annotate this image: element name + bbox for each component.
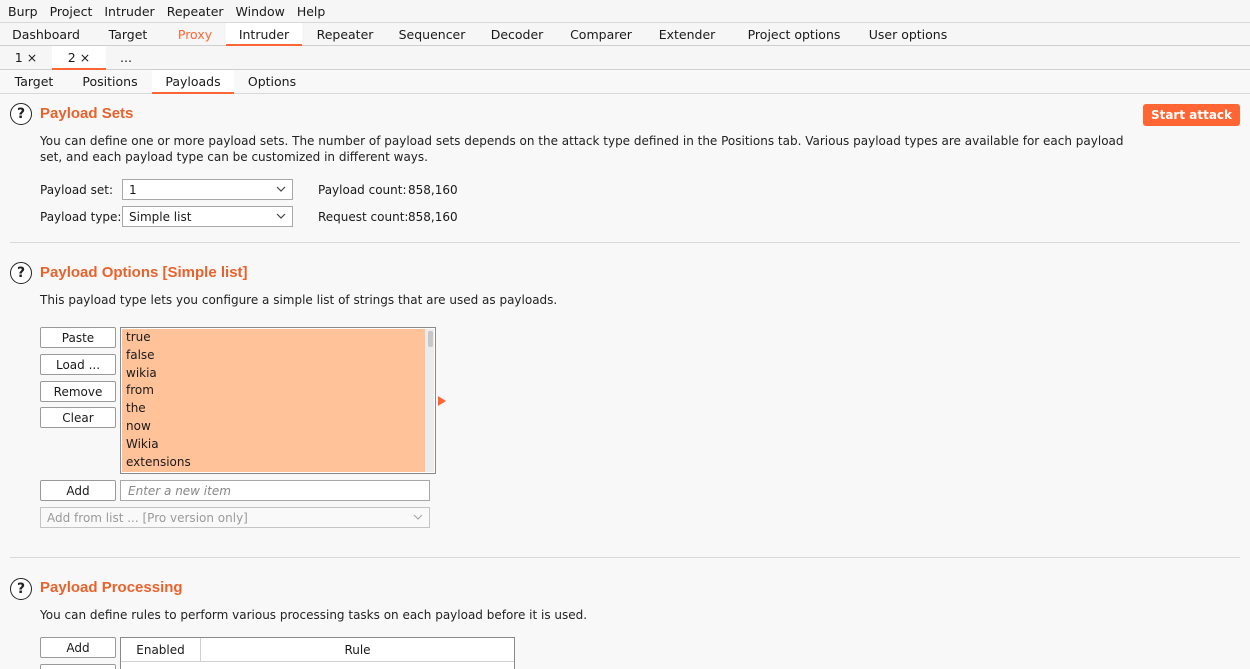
- menu-project[interactable]: Project: [44, 0, 99, 23]
- list-item[interactable]: true: [122, 329, 426, 347]
- paste-button[interactable]: Paste: [40, 327, 116, 348]
- list-item[interactable]: from: [122, 382, 426, 400]
- start-attack-button[interactable]: Start attack: [1143, 104, 1240, 126]
- tab-decoder[interactable]: Decoder: [476, 23, 558, 45]
- payload-options-title: Payload Options [Simple list]: [40, 264, 248, 281]
- column-enabled[interactable]: Enabled: [121, 638, 201, 661]
- list-scrollbar[interactable]: [425, 329, 434, 472]
- section-divider: [10, 557, 1240, 558]
- payload-processing-description: You can define rules to perform various …: [40, 608, 588, 622]
- list-item[interactable]: false: [122, 347, 426, 365]
- menu-help[interactable]: Help: [291, 0, 332, 23]
- list-item[interactable]: extensions: [122, 454, 426, 472]
- help-icon[interactable]: ?: [10, 578, 32, 600]
- tab-user-options[interactable]: User options: [858, 23, 958, 45]
- payload-type-select[interactable]: Simple list: [122, 206, 293, 227]
- page-tab-options[interactable]: Options: [234, 70, 310, 93]
- new-item-input[interactable]: Enter a new item: [120, 480, 430, 501]
- list-item[interactable]: the: [122, 400, 426, 418]
- attack-tab-bar: 1 × 2 × ...: [0, 46, 1250, 70]
- add-from-list-value: Add from list ... [Pro version only]: [47, 510, 248, 525]
- expand-arrow-icon[interactable]: [438, 396, 446, 406]
- remove-button[interactable]: Remove: [40, 381, 116, 402]
- chevron-down-icon: [276, 186, 286, 192]
- tab-proxy[interactable]: Proxy: [164, 23, 226, 45]
- attack-tab-1[interactable]: 1 ×: [0, 46, 52, 69]
- request-count-label: Request count:: [318, 210, 409, 224]
- payload-set-label: Payload set:: [40, 183, 113, 197]
- tab-extender[interactable]: Extender: [644, 23, 730, 45]
- attack-tab-2[interactable]: 2 ×: [52, 46, 106, 70]
- list-item[interactable]: wikia: [122, 365, 426, 383]
- payload-set-value: 1: [129, 182, 137, 197]
- column-rule[interactable]: Rule: [201, 638, 514, 661]
- payload-list-items: true false wikia from the now Wikia exte…: [122, 329, 426, 472]
- payload-set-select[interactable]: 1: [122, 179, 293, 200]
- tab-project-options[interactable]: Project options: [730, 23, 858, 45]
- edit-rule-button[interactable]: [40, 664, 116, 669]
- list-scrollbar-thumb[interactable]: [428, 331, 433, 347]
- chevron-down-icon: [413, 514, 423, 520]
- chevron-down-icon: [276, 213, 286, 219]
- add-item-button[interactable]: Add: [40, 480, 116, 501]
- payload-sets-title: Payload Sets: [40, 105, 134, 122]
- tab-repeater[interactable]: Repeater: [302, 23, 388, 45]
- payload-count-value: 858,160: [408, 183, 458, 197]
- payload-sets-description: You can define one or more payload sets.…: [40, 134, 1124, 164]
- table-header: Enabled Rule: [121, 638, 514, 662]
- load-button[interactable]: Load ...: [40, 354, 116, 375]
- page-tab-payloads[interactable]: Payloads: [152, 70, 234, 94]
- request-count-value: 858,160: [408, 210, 458, 224]
- payload-list[interactable]: true false wikia from the now Wikia exte…: [120, 327, 436, 474]
- new-attack-tab[interactable]: ...: [106, 46, 146, 69]
- menu-burp[interactable]: Burp: [2, 0, 44, 23]
- intruder-page-tab-bar: Target Positions Payloads Options: [0, 70, 1250, 94]
- payload-type-value: Simple list: [129, 209, 192, 224]
- list-item[interactable]: Wikia: [122, 436, 426, 454]
- main-tab-bar: Dashboard Target Proxy Intruder Repeater…: [0, 23, 1250, 46]
- list-item[interactable]: now: [122, 418, 426, 436]
- help-icon[interactable]: ?: [10, 262, 32, 284]
- menu-repeater[interactable]: Repeater: [161, 0, 230, 23]
- tab-dashboard[interactable]: Dashboard: [0, 23, 92, 45]
- payload-type-label: Payload type:: [40, 210, 122, 224]
- section-divider: [10, 242, 1240, 243]
- payload-processing-title: Payload Processing: [40, 579, 183, 596]
- tab-sequencer[interactable]: Sequencer: [388, 23, 476, 45]
- menu-window[interactable]: Window: [230, 0, 291, 23]
- payload-options-description: This payload type lets you configure a s…: [40, 293, 558, 307]
- page-tab-target[interactable]: Target: [0, 70, 68, 93]
- processing-rules-table[interactable]: Enabled Rule: [120, 637, 515, 669]
- page-tab-positions[interactable]: Positions: [68, 70, 152, 93]
- tab-comparer[interactable]: Comparer: [558, 23, 644, 45]
- clear-button[interactable]: Clear: [40, 407, 116, 428]
- help-icon[interactable]: ?: [10, 103, 32, 125]
- menu-bar: Burp Project Intruder Repeater Window He…: [0, 0, 1250, 23]
- menu-intruder[interactable]: Intruder: [98, 0, 160, 23]
- tab-target[interactable]: Target: [92, 23, 164, 45]
- add-rule-button[interactable]: Add: [40, 637, 116, 658]
- payload-count-label: Payload count:: [318, 183, 407, 197]
- add-from-list-select: Add from list ... [Pro version only]: [40, 507, 430, 528]
- tab-intruder[interactable]: Intruder: [226, 23, 302, 46]
